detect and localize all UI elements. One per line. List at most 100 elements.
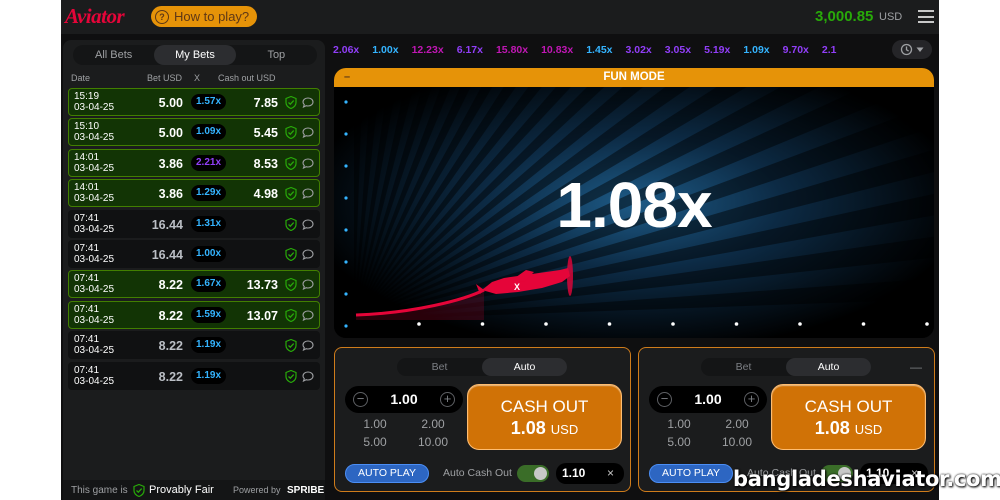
how-to-play-button[interactable]: ? How to play? <box>151 6 258 27</box>
panel-menu-button[interactable]: — <box>910 360 922 374</box>
bet-multiplier: 1.31x <box>191 215 227 232</box>
history-multiplier: 6.17x <box>456 44 483 56</box>
bet-panel-tabs: Bet Auto <box>397 358 567 376</box>
increase-button[interactable]: + <box>744 392 759 407</box>
quick-bet-button[interactable]: 5.00 <box>355 435 395 449</box>
history-toggle-button[interactable] <box>892 40 932 59</box>
provably-fair-icon[interactable] <box>285 247 297 261</box>
bet-multiplier: 1.57x <box>191 94 227 110</box>
bet-row: 07:41 03-04-25 16.44 1.00x <box>68 239 320 268</box>
auto-cash-out-value: 1.10 <box>562 466 586 480</box>
how-to-play-label: How to play? <box>174 9 250 24</box>
history-icon <box>900 43 913 56</box>
bet-date: 14:01 03-04-25 <box>74 151 115 174</box>
bet-amount: 8.22 <box>158 369 183 384</box>
auto-cash-out-label: Auto Cash Out <box>443 467 512 479</box>
auto-play-button[interactable]: AUTO PLAY <box>345 464 429 483</box>
bet-multiplier: 1.19x <box>191 367 227 384</box>
cash-out-currency: USD <box>550 422 579 437</box>
quick-bet-button[interactable]: 1.00 <box>659 417 699 431</box>
quick-bet-button[interactable]: 1.00 <box>355 417 395 431</box>
history-multiplier: 9.70x <box>782 44 809 56</box>
chat-icon[interactable] <box>302 340 314 352</box>
bets-panel: All Bets My Bets Top Date Bet USD X Cash… <box>63 40 325 500</box>
provably-fair-link[interactable]: Provably Fair <box>149 484 214 496</box>
tab-top[interactable]: Top <box>236 45 317 65</box>
quick-bet-button[interactable]: 2.00 <box>717 417 757 431</box>
auto-cash-out-toggle[interactable] <box>517 465 549 482</box>
tab-bet[interactable]: Bet <box>701 358 786 376</box>
bet-cashout: 13.07 <box>246 308 278 323</box>
site-watermark: bangladeshaviator.com <box>733 467 1000 491</box>
bet-row: 07:41 03-04-25 16.44 1.31x <box>68 209 320 238</box>
bet-cashout: 7.85 <box>253 96 278 110</box>
bet-multiplier: 1.00x <box>191 245 227 262</box>
bet-amount: 16.44 <box>151 247 183 262</box>
bets-list: 15:19 03-04-25 5.00 1.57x 7.85 15:10 03-04-25 5… <box>68 88 320 392</box>
chat-icon[interactable] <box>302 188 314 200</box>
history-multiplier: 1.09x <box>743 44 770 56</box>
provably-fair-icon[interactable] <box>285 217 297 231</box>
bet-cashout: 4.98 <box>253 187 278 202</box>
chat-icon[interactable] <box>302 219 314 230</box>
bet-row: 15:19 03-04-25 5.00 1.57x 7.85 <box>68 88 320 116</box>
bet-date: 07:41 03-04-25 <box>74 303 115 326</box>
question-icon: ? <box>155 9 169 24</box>
chat-icon[interactable] <box>302 249 314 260</box>
col-date: Date <box>71 73 91 83</box>
provably-fair-icon[interactable] <box>285 156 297 170</box>
chat-icon[interactable] <box>302 310 314 321</box>
auto-play-button[interactable]: AUTO PLAY <box>649 464 733 483</box>
quick-bet-button[interactable]: 10.00 <box>717 435 757 449</box>
cash-out-button[interactable]: CASH OUT 1.08 USD <box>467 384 622 450</box>
tab-all-bets[interactable]: All Bets <box>73 45 154 65</box>
chat-icon[interactable] <box>302 127 314 139</box>
bet-amount: 8.22 <box>158 308 183 323</box>
tab-my-bets[interactable]: My Bets <box>154 45 236 65</box>
cash-out-button[interactable]: CASH OUT 1.08 USD <box>771 384 926 450</box>
history-multiplier: 2.1 <box>821 44 837 56</box>
bet-date: 07:41 03-04-25 <box>74 212 115 235</box>
provably-fair-icon[interactable] <box>285 126 297 140</box>
fun-mode-dash: – <box>344 71 351 83</box>
balance-currency: USD <box>879 11 903 23</box>
tab-auto[interactable]: Auto <box>482 358 567 376</box>
quick-bet-button[interactable]: 5.00 <box>659 435 699 449</box>
powered-by-label: Powered by <box>233 485 281 495</box>
provably-fair-icon[interactable] <box>285 369 297 383</box>
cash-out-amount: 1.08 <box>510 418 546 438</box>
history-multiplier: 1.45x <box>586 44 613 56</box>
clear-icon[interactable]: × <box>607 466 614 480</box>
quick-bet-button[interactable]: 10.00 <box>413 435 453 449</box>
bet-amount: 3.86 <box>158 156 183 171</box>
chat-icon[interactable] <box>302 158 314 169</box>
bet-panel-1: Bet Auto − 1.00 + 1.00 2.00 5.00 10.00 C… <box>334 347 631 492</box>
increase-button[interactable]: + <box>440 392 455 407</box>
tab-auto[interactable]: Auto <box>786 358 871 376</box>
chat-icon[interactable] <box>302 279 314 291</box>
provably-fair-icon[interactable] <box>285 278 297 292</box>
bet-amount-stepper: − 1.00 + <box>345 386 463 413</box>
history-multiplier: 1.00x <box>372 44 399 56</box>
balance-amount: 3,000.85 <box>815 8 874 25</box>
provably-fair-icon[interactable] <box>285 308 297 322</box>
provably-fair-icon[interactable] <box>285 96 297 109</box>
chat-icon[interactable] <box>302 97 314 108</box>
bet-row: 14:01 03-04-25 3.86 2.21x 8.53 <box>68 148 320 177</box>
col-bet: Bet USD <box>147 73 183 83</box>
col-x: X <box>194 73 201 83</box>
bet-amount: 8.22 <box>158 339 183 354</box>
chat-icon[interactable] <box>302 370 314 382</box>
provably-fair-icon[interactable] <box>285 339 297 353</box>
auto-cash-out-input[interactable]: 1.10 × <box>556 463 624 484</box>
provably-fair-icon[interactable] <box>285 187 297 201</box>
bet-multiplier: 1.19x <box>191 337 227 354</box>
bets-tabs: All Bets My Bets Top <box>73 45 317 65</box>
quick-bet-button[interactable]: 2.00 <box>413 417 453 431</box>
bet-cashout: 13.73 <box>246 278 278 293</box>
shield-check-icon <box>133 484 145 497</box>
bet-date: 14:01 03-04-25 <box>74 182 115 205</box>
tab-bet[interactable]: Bet <box>397 358 482 376</box>
hamburger-menu-icon[interactable] <box>918 10 934 23</box>
bet-cashout: 5.45 <box>253 126 278 141</box>
